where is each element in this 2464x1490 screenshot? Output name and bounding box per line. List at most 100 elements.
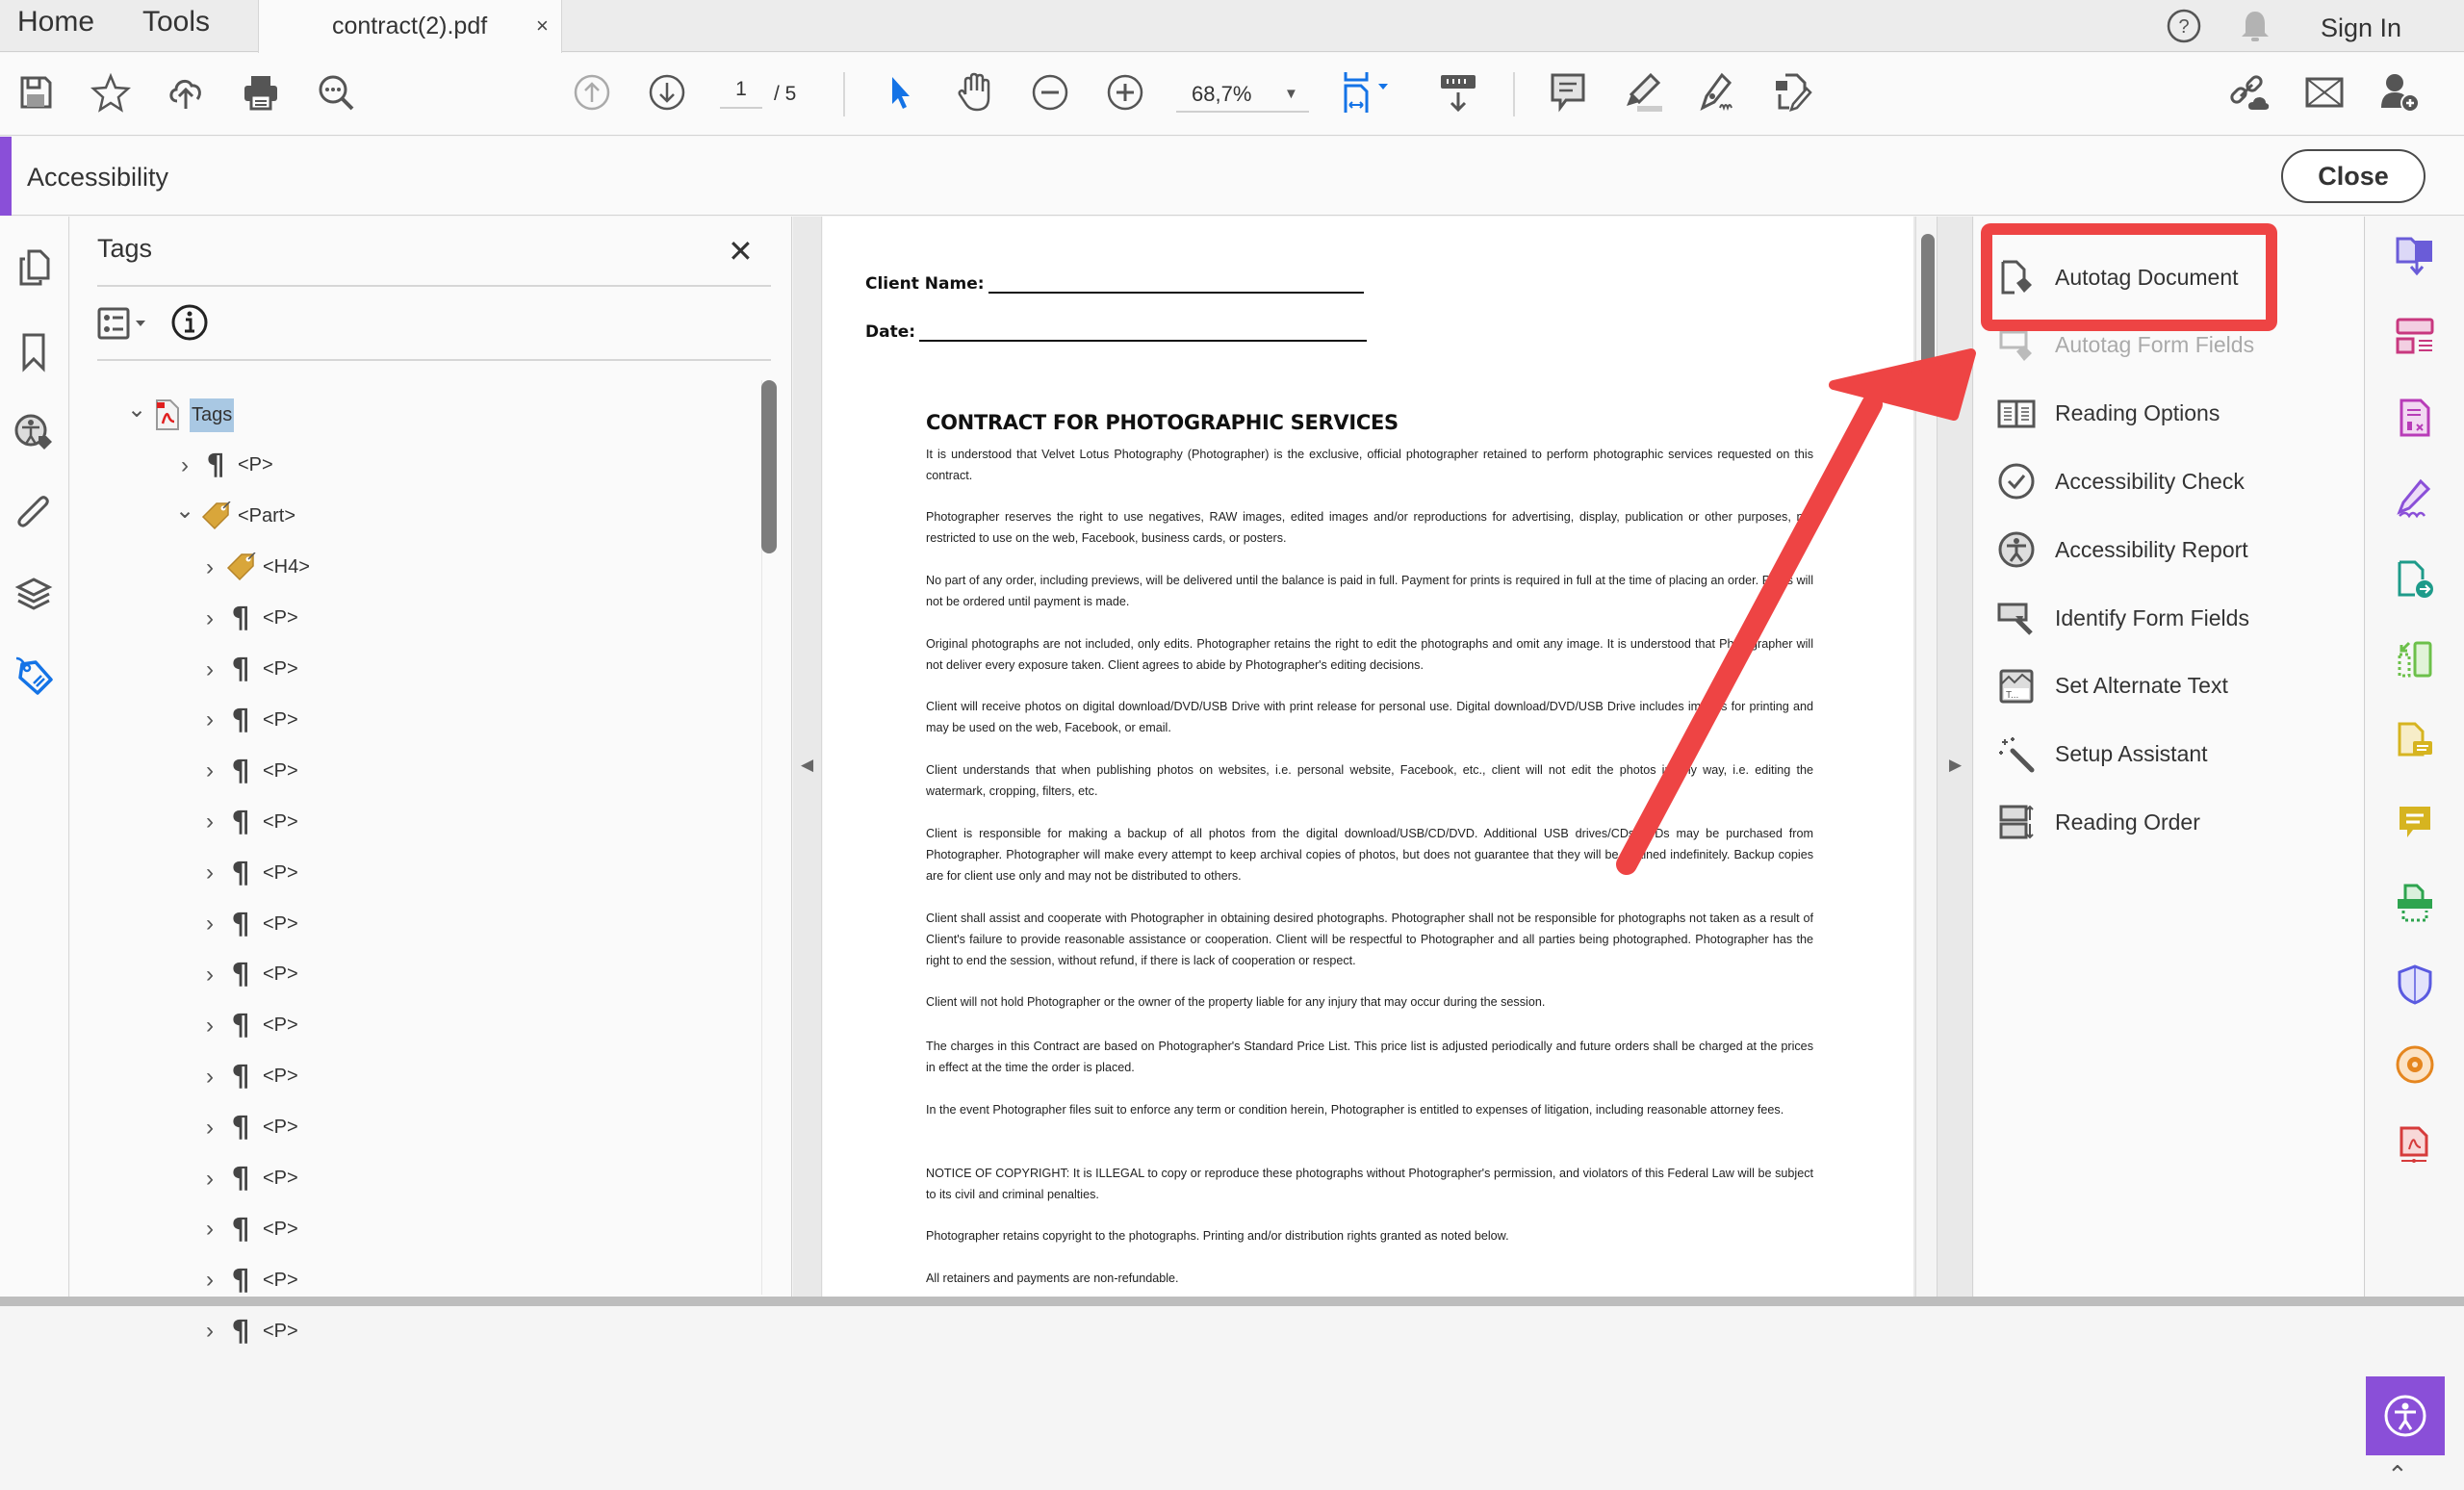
chevron-right-icon[interactable]: › <box>197 860 222 886</box>
tag-tree-item[interactable]: › ¶ <P> <box>197 651 298 689</box>
protect-shield-icon[interactable] <box>2393 962 2437 1006</box>
tool-autotag-document[interactable]: Autotag Document <box>1995 250 2239 304</box>
chevron-right-icon[interactable]: › <box>197 1216 222 1243</box>
chevron-right-icon[interactable]: › <box>197 1267 222 1294</box>
tag-tree-item[interactable]: › ¶ <P> <box>197 854 298 892</box>
tool-setup-assistant[interactable]: Setup Assistant <box>1995 728 2208 782</box>
upload-cloud-icon[interactable] <box>164 70 208 115</box>
collapse-left-panel-button[interactable]: ◀ <box>801 756 813 775</box>
bookmark-star-icon[interactable] <box>89 70 133 115</box>
document-scrollbar-track[interactable] <box>1915 217 1937 1306</box>
tool-autotag-form-fields[interactable]: Autotag Form Fields <box>1995 319 2254 372</box>
close-tab-button[interactable]: × <box>536 13 549 39</box>
send-for-review-icon[interactable] <box>2393 557 2437 602</box>
zoom-in-icon[interactable] <box>1103 70 1147 115</box>
tag-tree-item[interactable]: › ¶ <P> <box>197 1312 298 1350</box>
fit-page-width-icon[interactable] <box>1340 70 1398 115</box>
chevron-right-icon[interactable]: › <box>197 758 222 784</box>
zoom-level-dropdown[interactable]: 68,7% ▼ <box>1176 78 1309 113</box>
tool-accessibility-report[interactable]: Accessibility Report <box>1995 523 2248 577</box>
chevron-right-icon[interactable]: › <box>197 605 222 632</box>
share-link-icon[interactable] <box>2227 70 2272 115</box>
tag-tree-item[interactable]: › ¶ <P> <box>197 600 298 638</box>
tag-tree-item[interactable]: ⌄ <Part> <box>172 498 295 536</box>
tool-accessibility-check[interactable]: Accessibility Check <box>1995 454 2245 508</box>
document-scrollbar-thumb[interactable] <box>1921 234 1935 378</box>
print-production-icon[interactable] <box>2393 1123 2437 1168</box>
create-form-icon[interactable] <box>2393 315 2437 359</box>
tag-tree-item[interactable]: › ¶ <P> <box>197 1160 298 1198</box>
zoom-out-icon[interactable] <box>1028 70 1072 115</box>
tag-tree-item[interactable]: › ¶ <P> <box>172 447 273 485</box>
tag-tree-item[interactable]: › ¶ <P> <box>197 752 298 790</box>
fill-and-sign-icon[interactable] <box>1696 70 1740 115</box>
sign-in-link[interactable]: Sign In <box>2321 13 2401 43</box>
tags-options-menu[interactable] <box>97 305 165 344</box>
chevron-right-icon[interactable]: › <box>197 656 222 683</box>
tag-tree-item[interactable]: › ¶ <P> <box>197 1210 298 1248</box>
edit-pdf-icon[interactable] <box>1771 70 1815 115</box>
chevron-right-icon[interactable]: › <box>197 706 222 733</box>
chevron-right-icon[interactable]: › <box>197 1166 222 1193</box>
export-pdf-icon[interactable] <box>2393 234 2437 278</box>
notifications-bell-icon[interactable] <box>2239 8 2272 44</box>
scrolling-mode-icon[interactable] <box>1436 70 1480 115</box>
tool-identify-form-fields[interactable]: Identify Form Fields <box>1995 591 2249 645</box>
comment-document-icon[interactable] <box>2393 719 2437 763</box>
request-signature-icon[interactable] <box>2393 476 2437 521</box>
organize-pages-icon[interactable] <box>2393 638 2437 682</box>
highlight-icon[interactable] <box>1621 70 1665 115</box>
page-number-input[interactable]: 1 <box>720 78 762 109</box>
redact-icon[interactable] <box>2393 396 2437 440</box>
tag-tree-item[interactable]: › <H4> <box>197 549 310 587</box>
comment-icon[interactable] <box>1546 70 1590 115</box>
select-tool-icon[interactable] <box>878 70 922 115</box>
chevron-right-icon[interactable]: › <box>172 452 197 479</box>
tag-tree-item[interactable]: › ¶ <P> <box>197 1261 298 1299</box>
tag-tree-item[interactable]: ⌄ Tags <box>124 396 235 434</box>
email-icon[interactable] <box>2302 70 2347 115</box>
chevron-down-icon[interactable]: ⌄ <box>172 497 197 525</box>
tag-tree-item[interactable]: › ¶ <P> <box>197 1058 298 1096</box>
chevron-right-icon[interactable]: › <box>197 554 222 581</box>
info-icon[interactable] <box>170 303 209 342</box>
tag-tree-item[interactable]: › ¶ <P> <box>197 701 298 739</box>
page-thumbnails-icon[interactable] <box>12 245 56 290</box>
scroll-up-chevron-icon[interactable]: ⌃ <box>2387 1460 2408 1490</box>
tag-tree-item[interactable]: › ¶ <P> <box>197 905 298 943</box>
tag-tree-item[interactable]: › ¶ <P> <box>197 1007 298 1045</box>
tab-tools[interactable]: Tools <box>142 6 210 39</box>
chevron-right-icon[interactable]: › <box>197 1318 222 1345</box>
next-page-icon[interactable] <box>645 70 689 115</box>
tag-tree-item[interactable]: › ¶ <P> <box>197 1109 298 1147</box>
action-wizard-icon[interactable] <box>2393 1042 2437 1087</box>
chevron-right-icon[interactable]: › <box>197 1013 222 1040</box>
close-tool-button[interactable]: Close <box>2281 149 2426 203</box>
save-icon[interactable] <box>13 70 58 115</box>
comment-tool-icon[interactable] <box>2393 800 2437 844</box>
chevron-right-icon[interactable]: › <box>197 962 222 989</box>
accessibility-tags-icon[interactable] <box>12 411 56 455</box>
print-icon[interactable] <box>239 70 283 115</box>
tag-tree-item[interactable]: › ¶ <P> <box>197 803 298 841</box>
bookmarks-icon[interactable] <box>12 330 56 374</box>
chevron-right-icon[interactable]: › <box>197 1115 222 1142</box>
tab-home[interactable]: Home <box>17 6 94 39</box>
find-text-icon[interactable] <box>314 70 358 115</box>
accessibility-tool-active[interactable] <box>2366 1376 2445 1455</box>
add-user-icon[interactable] <box>2377 70 2422 115</box>
chevron-right-icon[interactable]: › <box>197 809 222 835</box>
collapse-right-panel-button[interactable]: ▶ <box>1949 756 1962 775</box>
layers-icon[interactable] <box>12 573 56 617</box>
tags-scrollbar-thumb[interactable] <box>761 380 777 553</box>
tab-document[interactable]: contract(2).pdf × <box>258 0 562 54</box>
attachments-icon[interactable] <box>12 492 56 536</box>
tag-tree-item[interactable]: › ¶ <P> <box>197 956 298 994</box>
help-icon[interactable]: ? <box>2166 8 2202 44</box>
tool-reading-options[interactable]: Reading Options <box>1995 387 2220 441</box>
hand-tool-icon[interactable] <box>953 70 997 115</box>
close-panel-button[interactable]: ✕ <box>728 236 754 267</box>
chevron-down-icon[interactable]: ⌄ <box>124 396 149 424</box>
chevron-right-icon[interactable]: › <box>197 1064 222 1091</box>
tool-reading-order[interactable]: Reading Order <box>1995 795 2200 849</box>
